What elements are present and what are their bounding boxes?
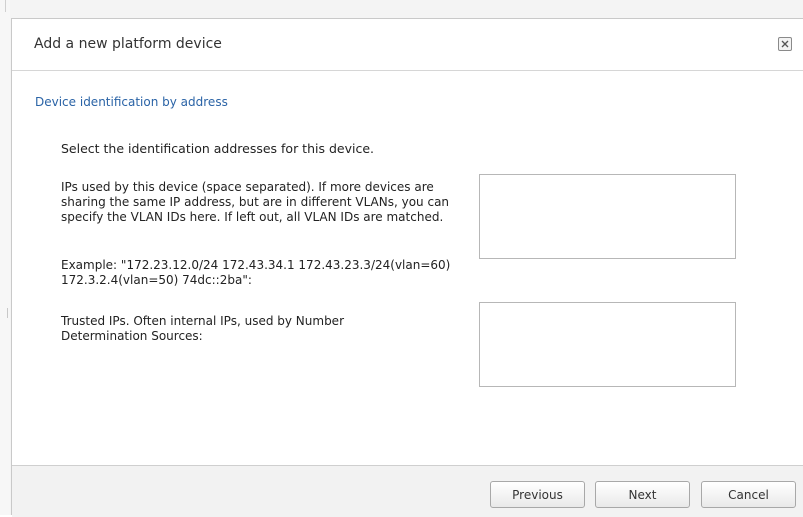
section-title: Device identification by address [35, 95, 228, 109]
add-platform-device-dialog: Add a new platform device Device identif… [11, 18, 803, 517]
ips-field-example: Example: "172.23.12.0/24 172.43.34.1 172… [61, 258, 451, 287]
edge-marker [5, 0, 6, 12]
dialog-footer: Previous Next Cancel [12, 465, 803, 517]
trusted-ips-input[interactable] [479, 302, 736, 387]
ips-input[interactable] [479, 174, 736, 259]
close-button[interactable] [778, 37, 792, 51]
intro-text: Select the identification addresses for … [61, 141, 375, 156]
dialog-header: Add a new platform device [12, 19, 803, 71]
ips-field-label: IPs used by this device (space separated… [61, 180, 450, 224]
edge-marker [7, 308, 8, 318]
next-button[interactable]: Next [595, 481, 690, 508]
close-icon [781, 40, 789, 48]
left-edge-strip [0, 0, 10, 515]
trusted-ips-field-label: Trusted IPs. Often internal IPs, used by… [61, 314, 345, 343]
dialog-title: Add a new platform device [34, 36, 222, 52]
cancel-button[interactable]: Cancel [701, 481, 796, 508]
previous-button[interactable]: Previous [490, 481, 585, 508]
